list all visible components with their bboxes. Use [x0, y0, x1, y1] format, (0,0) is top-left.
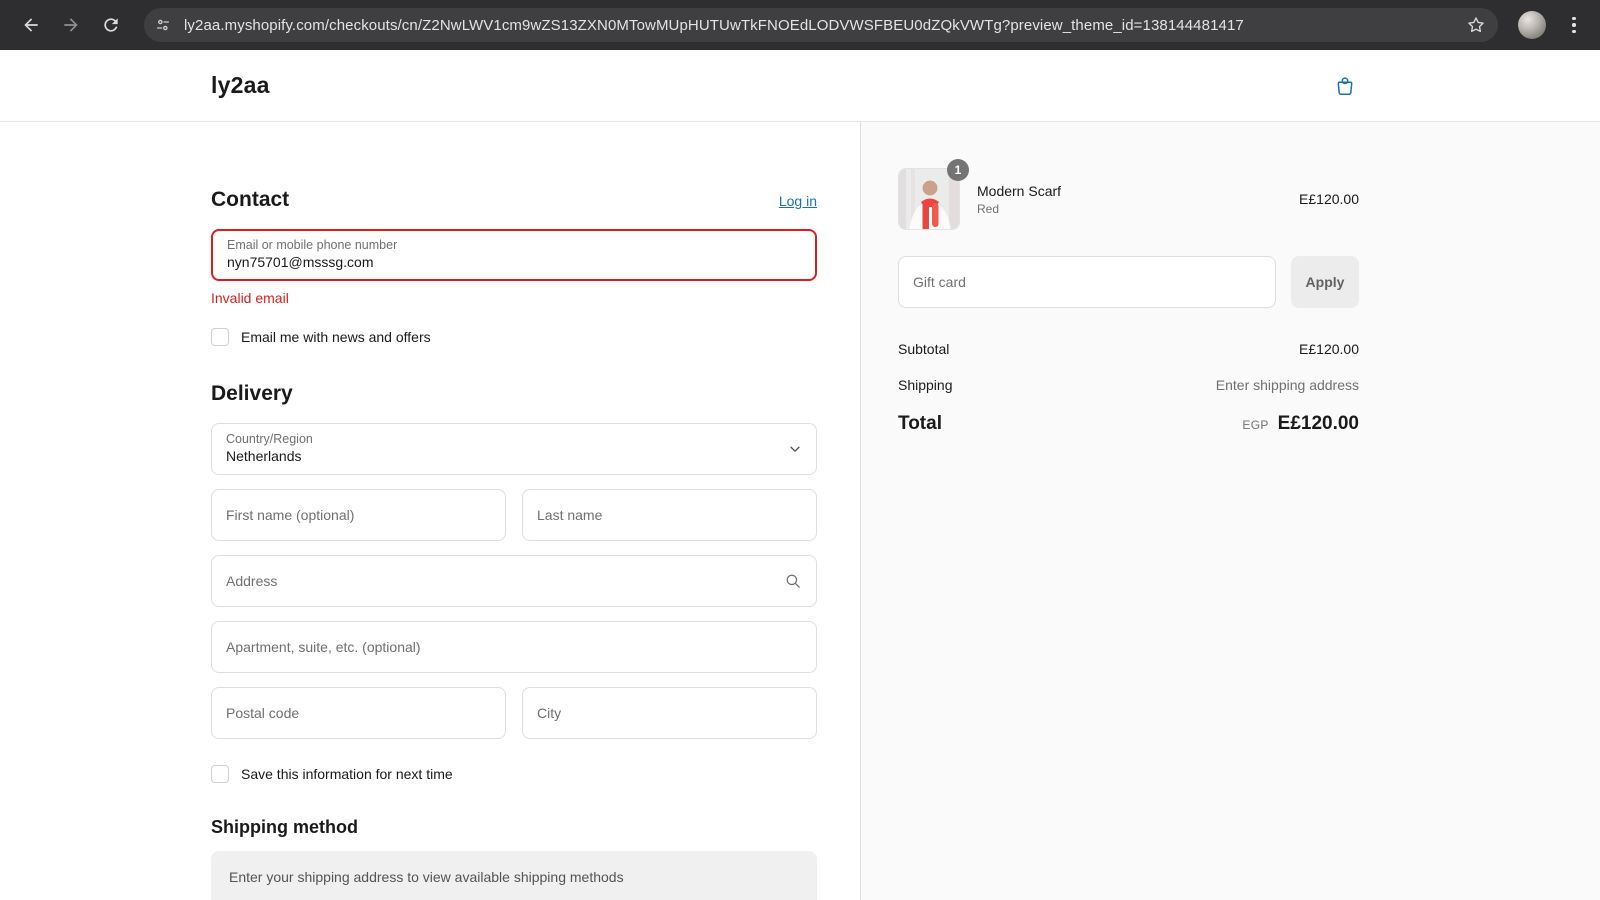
reload-icon	[101, 15, 121, 35]
subtotal-label: Subtotal	[898, 341, 949, 357]
chevron-down-icon	[788, 442, 802, 456]
total-currency: EGP	[1242, 418, 1268, 432]
address-input[interactable]	[212, 556, 816, 606]
search-icon	[784, 572, 802, 590]
checkout-page: ly2aa Contact Log in Email or mobile pho…	[0, 50, 1600, 900]
shipping-label: Shipping	[898, 377, 953, 393]
city-input[interactable]	[523, 688, 816, 738]
shipping-method-notice: Enter your shipping address to view avai…	[211, 851, 817, 900]
apartment-field-wrap	[211, 621, 817, 673]
shipping-method-title: Shipping method	[211, 817, 817, 838]
browser-toolbar: ly2aa.myshopify.com/checkouts/cn/Z2NwLWV…	[0, 0, 1600, 50]
save-info-checkbox-row[interactable]: Save this information for next time	[211, 765, 817, 783]
site-settings-icon[interactable]	[150, 12, 176, 38]
total-label: Total	[898, 413, 942, 435]
last-name-input[interactable]	[523, 490, 816, 540]
store-header: ly2aa	[0, 50, 1600, 122]
product-name: Modern Scarf	[977, 183, 1299, 199]
delivery-title: Delivery	[211, 382, 817, 406]
total-row: Total EGP E£120.00	[898, 413, 1359, 435]
gift-card-field-wrap	[898, 256, 1276, 308]
back-button[interactable]	[14, 8, 48, 42]
country-select-value: Netherlands	[226, 447, 802, 466]
postal-code-field-wrap	[211, 687, 506, 739]
city-field-wrap	[522, 687, 817, 739]
address-bar[interactable]: ly2aa.myshopify.com/checkouts/cn/Z2NwLWV…	[144, 8, 1498, 42]
quantity-badge: 1	[947, 159, 969, 181]
total-value: E£120.00	[1278, 413, 1359, 435]
cart-button[interactable]	[1333, 74, 1357, 98]
email-field-label: Email or mobile phone number	[227, 238, 801, 254]
login-link[interactable]: Log in	[779, 193, 817, 209]
forward-button[interactable]	[54, 8, 88, 42]
bookmark-star-icon[interactable]	[1466, 15, 1486, 35]
save-info-label: Save this information for next time	[241, 766, 453, 782]
order-summary: 1 Modern Scarf Red E£120.00 Apply	[860, 122, 1600, 900]
product-price: E£120.00	[1299, 191, 1359, 207]
cart-line-item: 1 Modern Scarf Red E£120.00	[898, 168, 1359, 230]
newsletter-label: Email me with news and offers	[241, 329, 431, 345]
subtotal-value: E£120.00	[1299, 341, 1359, 357]
apartment-input[interactable]	[212, 622, 816, 672]
contact-title: Contact	[211, 188, 289, 212]
reload-button[interactable]	[94, 8, 128, 42]
gift-card-input[interactable]	[899, 257, 1275, 307]
store-logo[interactable]: ly2aa	[211, 72, 270, 99]
shipping-method-notice-text: Enter your shipping address to view avai…	[229, 869, 624, 885]
email-field-value: nyn75701@msssg.com	[227, 253, 801, 272]
shipping-row: Shipping Enter shipping address	[898, 377, 1359, 393]
newsletter-checkbox[interactable]	[211, 328, 229, 346]
url-text[interactable]: ly2aa.myshopify.com/checkouts/cn/Z2NwLWV…	[184, 17, 1458, 34]
address-field-wrap	[211, 555, 817, 607]
back-arrow-icon	[21, 15, 41, 35]
shipping-value: Enter shipping address	[1216, 377, 1359, 393]
browser-profile-avatar[interactable]	[1518, 11, 1546, 39]
first-name-input[interactable]	[212, 490, 505, 540]
postal-code-input[interactable]	[212, 688, 505, 738]
last-name-field-wrap	[522, 489, 817, 541]
apply-button[interactable]: Apply	[1291, 256, 1359, 308]
country-select[interactable]: Country/Region Netherlands	[211, 423, 817, 475]
save-info-checkbox[interactable]	[211, 765, 229, 783]
forward-arrow-icon	[61, 15, 81, 35]
email-field[interactable]: Email or mobile phone number nyn75701@ms…	[211, 229, 817, 281]
newsletter-checkbox-row[interactable]: Email me with news and offers	[211, 328, 817, 346]
email-error-text: Invalid email	[211, 290, 817, 306]
browser-menu-button[interactable]	[1562, 11, 1586, 39]
checkout-form: Contact Log in Email or mobile phone num…	[0, 122, 860, 900]
product-variant: Red	[977, 202, 1299, 216]
shopping-bag-icon	[1333, 74, 1357, 98]
first-name-field-wrap	[211, 489, 506, 541]
country-select-label: Country/Region	[226, 432, 802, 448]
subtotal-row: Subtotal E£120.00	[898, 341, 1359, 357]
